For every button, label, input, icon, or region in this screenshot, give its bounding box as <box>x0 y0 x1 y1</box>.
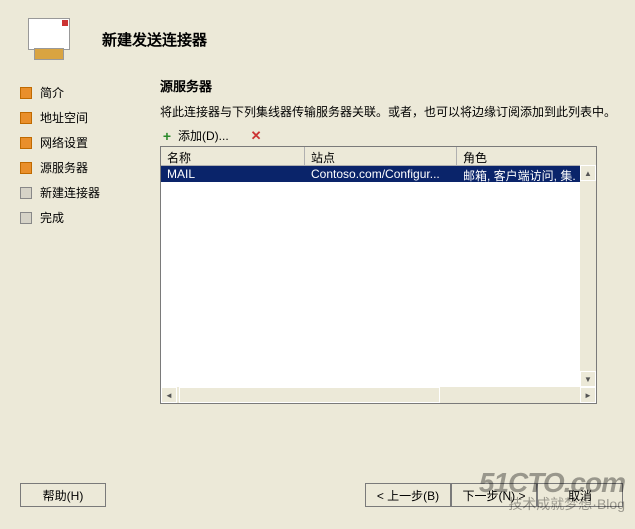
cell-name: MAIL <box>161 166 305 182</box>
cell-site: Contoso.com/Configur... <box>305 166 457 182</box>
next-button[interactable]: 下一步(N) > <box>451 483 537 507</box>
cell-role: 邮箱, 客户端访问, 集. <box>457 166 596 182</box>
list-header: 名称 站点 角色 <box>161 147 596 166</box>
horizontal-scrollbar[interactable]: ◄ ► <box>161 387 596 403</box>
back-button[interactable]: < 上一步(B) <box>365 483 451 507</box>
scroll-right-icon[interactable]: ► <box>580 387 596 403</box>
step-indicator-icon <box>20 87 32 99</box>
add-button[interactable]: 添加(D)... <box>178 127 229 144</box>
remove-icon[interactable]: ✕ <box>251 128 262 144</box>
wizard-steps-sidebar: 简介 地址空间 网络设置 源服务器 新建连接器 完成 <box>20 74 160 404</box>
step-intro[interactable]: 简介 <box>20 80 160 105</box>
connector-icon <box>20 18 78 60</box>
panel-title: 源服务器 <box>160 76 627 95</box>
server-listbox[interactable]: 名称 站点 角色 MAIL Contoso.com/Configur... 邮箱… <box>160 146 597 404</box>
column-header-name[interactable]: 名称 <box>161 147 305 165</box>
scroll-down-icon[interactable]: ▼ <box>580 371 596 387</box>
source-server-panel: 源服务器 将此连接器与下列集线器传输服务器关联。或者，也可以将边缘订阅添加到此列… <box>160 74 627 404</box>
cancel-button[interactable]: 取消 <box>537 483 623 507</box>
wizard-title: 新建发送连接器 <box>102 29 207 50</box>
scroll-left-icon[interactable]: ◄ <box>161 387 177 403</box>
step-complete: 完成 <box>20 205 160 230</box>
step-indicator-icon <box>20 137 32 149</box>
scroll-up-icon[interactable]: ▲ <box>580 165 596 181</box>
step-indicator-icon <box>20 162 32 174</box>
step-network-settings[interactable]: 网络设置 <box>20 130 160 155</box>
column-header-site[interactable]: 站点 <box>305 147 457 165</box>
header: 新建发送连接器 <box>0 0 635 74</box>
table-row[interactable]: MAIL Contoso.com/Configur... 邮箱, 客户端访问, … <box>161 166 596 182</box>
plus-icon: + <box>160 129 174 143</box>
vertical-scrollbar[interactable]: ▲ ▼ <box>580 165 596 387</box>
help-button[interactable]: 帮助(H) <box>20 483 106 507</box>
step-new-connector: 新建连接器 <box>20 180 160 205</box>
list-toolbar: + 添加(D)... ✕ <box>160 127 627 144</box>
step-indicator-icon <box>20 112 32 124</box>
wizard-buttons: 帮助(H) < 上一步(B) 下一步(N) > 取消 <box>20 483 623 507</box>
step-source-server[interactable]: 源服务器 <box>20 155 160 180</box>
step-indicator-icon <box>20 212 32 224</box>
step-address-space[interactable]: 地址空间 <box>20 105 160 130</box>
step-indicator-icon <box>20 187 32 199</box>
column-header-role[interactable]: 角色 <box>457 147 596 165</box>
scroll-thumb[interactable] <box>179 387 440 403</box>
wizard-dialog: 新建发送连接器 简介 地址空间 网络设置 源服务器 新建连接器 完成 源服务器 … <box>0 0 635 529</box>
panel-description: 将此连接器与下列集线器传输服务器关联。或者，也可以将边缘订阅添加到此列表中。 <box>160 103 627 121</box>
